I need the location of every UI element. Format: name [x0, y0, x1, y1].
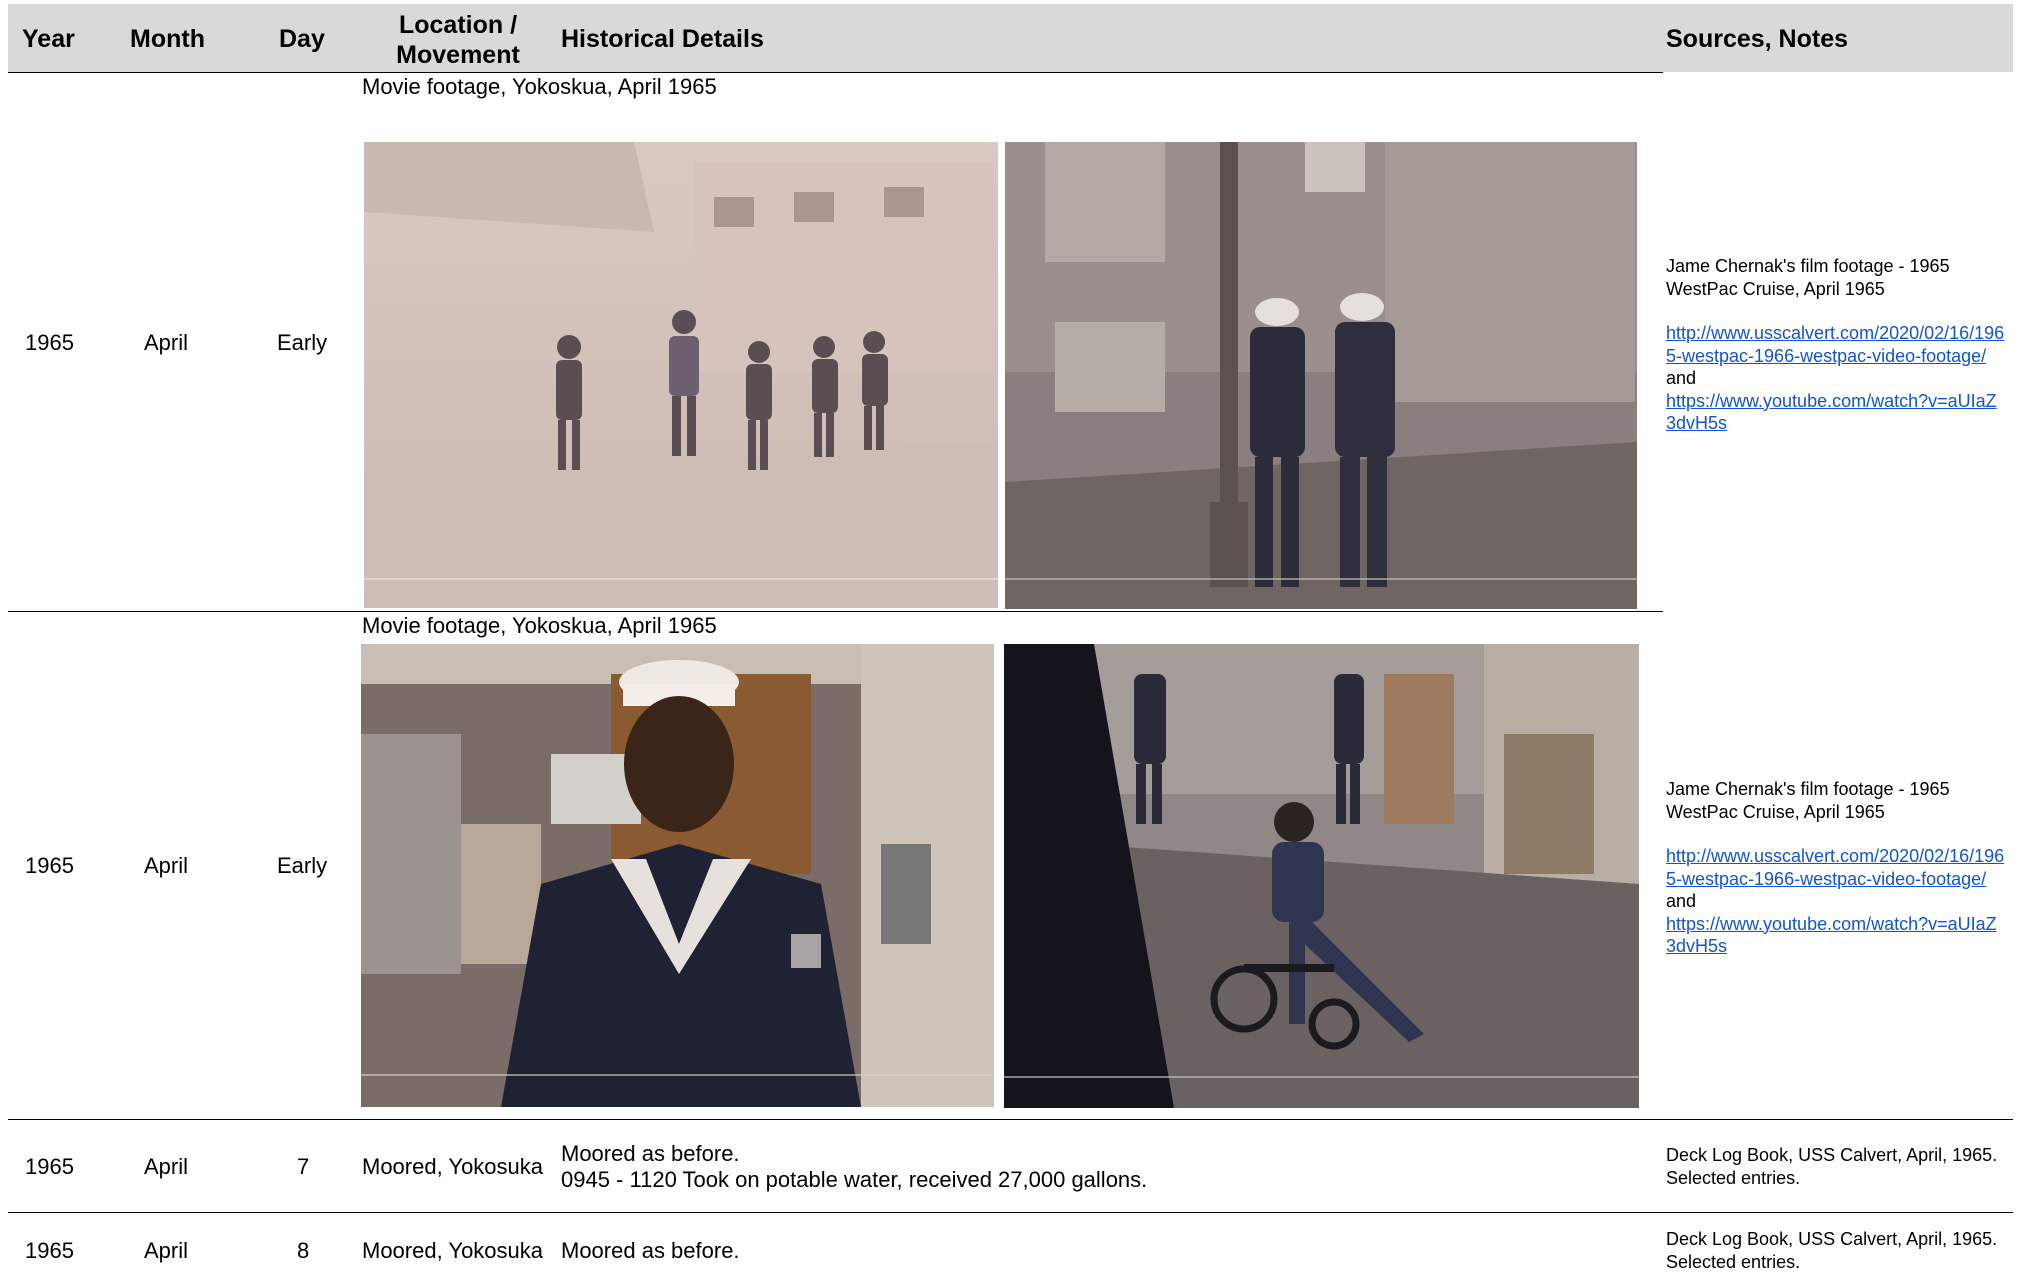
- header-day: Day: [279, 25, 325, 53]
- header-month: Month: [130, 25, 205, 53]
- source-and: and: [1666, 891, 1697, 911]
- source-link-youtube[interactable]: https://www.youtube.com/watch?v=aUIaZ3dv…: [1666, 913, 2006, 958]
- details-line: Moored as before.: [561, 1141, 740, 1166]
- source-text: Jame Chernak's film footage - 1965 WestP…: [1666, 779, 1950, 822]
- row-source: Deck Log Book, USS Calvert, April, 1965.…: [1666, 1145, 1998, 1188]
- row-month: April: [144, 1238, 189, 1263]
- row-source: Jame Chernak's film footage - 1965 WestP…: [1666, 778, 2006, 958]
- row-month: April: [144, 330, 189, 355]
- row-year: 1965: [25, 853, 74, 878]
- row-caption: Movie footage, Yokoskua, April 1965: [362, 74, 717, 99]
- source-link-usscalvert[interactable]: http://www.usscalvert.com/2020/02/16/196…: [1666, 845, 2006, 890]
- header-sources: Sources, Notes: [1666, 25, 1849, 53]
- details-line: 0945 - 1120 Took on potable water, recei…: [561, 1167, 1148, 1192]
- row-divider: [8, 1119, 2013, 1120]
- film-still-two-sailors-walking: [1005, 142, 1637, 609]
- film-still-child-on-tricycle: [1004, 644, 1639, 1108]
- header-details: Historical Details: [561, 25, 764, 53]
- row-location: Moored, Yokosuka: [362, 1238, 544, 1263]
- row-divider: [8, 72, 1663, 73]
- source-text: Jame Chernak's film footage - 1965 WestP…: [1666, 256, 1950, 299]
- row-day: Early: [277, 853, 328, 878]
- row-year: 1965: [25, 1238, 74, 1263]
- row-caption: Movie footage, Yokoskua, April 1965: [362, 613, 717, 638]
- source-link-usscalvert[interactable]: http://www.usscalvert.com/2020/02/16/196…: [1666, 322, 2006, 367]
- row-divider: [8, 611, 1663, 612]
- header-location-line2: Movement: [396, 41, 520, 69]
- row-day: 8: [297, 1238, 310, 1263]
- row-month: April: [144, 853, 189, 878]
- row-day: Early: [277, 330, 328, 355]
- row-source: Jame Chernak's film footage - 1965 WestP…: [1666, 255, 2006, 435]
- header-location: Location / Movement: [368, 10, 548, 70]
- film-still-children-running: [364, 142, 998, 608]
- row-month: April: [144, 1154, 189, 1179]
- row-source: Deck Log Book, USS Calvert, April, 1965.…: [1666, 1229, 1998, 1272]
- row-details: Moored as before.: [561, 1238, 740, 1263]
- row-year: 1965: [25, 1154, 74, 1179]
- header-location-line1: Location /: [398, 11, 518, 39]
- source-and: and: [1666, 368, 1697, 388]
- row-details: Moored as before. 0945 - 1120 Took on po…: [561, 1141, 1147, 1193]
- row-day: 7: [297, 1154, 310, 1179]
- source-link-youtube[interactable]: https://www.youtube.com/watch?v=aUIaZ3dv…: [1666, 390, 2006, 435]
- header-year: Year: [22, 25, 75, 53]
- row-year: 1965: [25, 330, 74, 355]
- row-location: Moored, Yokosuka: [362, 1154, 544, 1179]
- film-still-smiling-sailor: [361, 644, 994, 1107]
- row-divider: [8, 1212, 2013, 1213]
